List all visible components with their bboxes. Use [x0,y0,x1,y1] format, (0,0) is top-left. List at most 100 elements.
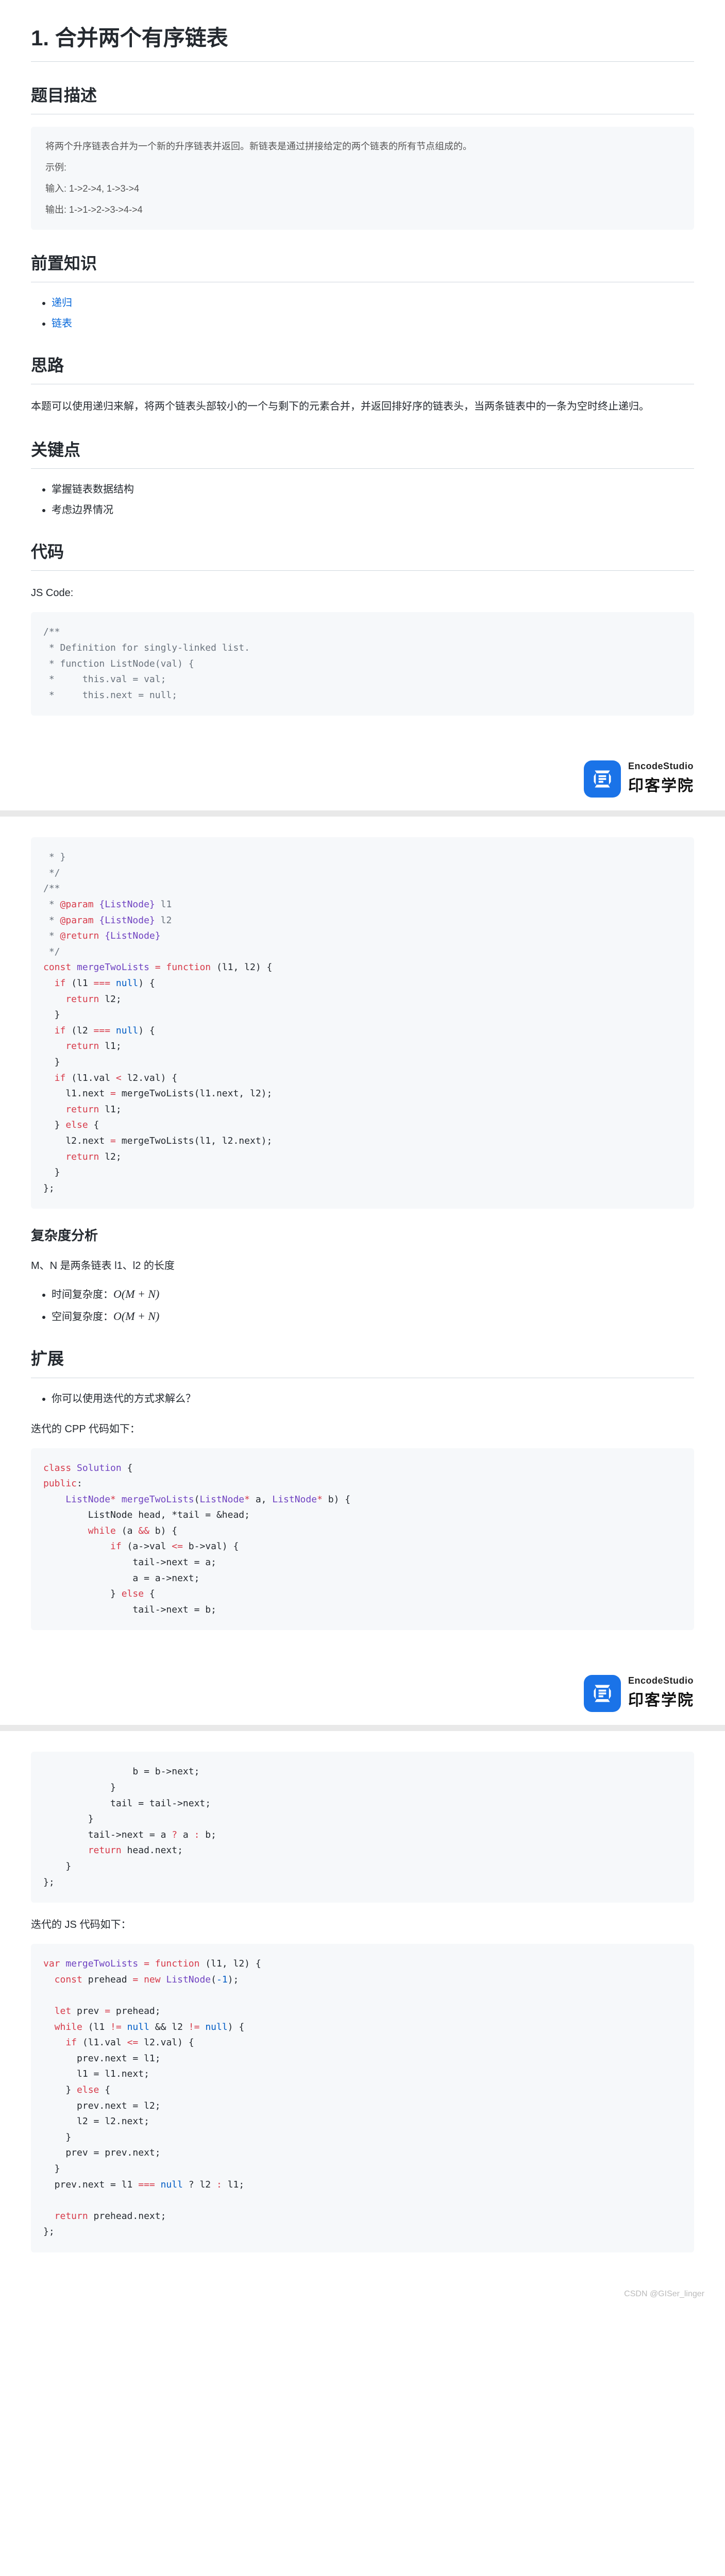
code-line: } [43,1057,60,1067]
code-line: class Solution { [43,1463,132,1473]
desc-line: 将两个升序链表合并为一个新的升序链表并返回。新链表是通过拼接给定的两个链表的所有… [45,139,680,154]
watermark-en: EncodeStudio [628,759,694,774]
code-line: } [43,1861,71,1872]
code-line: const mergeTwoLists = function (l1, l2) … [43,962,272,973]
code-line: } else { [43,2084,110,2095]
code-line: /** [43,626,60,637]
code-line: ListNode head, *tail = &head; [43,1510,250,1520]
code-line: const prehead = new ListNode(-1); [43,1974,239,1985]
encodestudio-icon [584,1675,621,1712]
code-line: if (l1.val <= l2.val) { [43,2037,194,2048]
code-block-js-iter: var mergeTwoLists = function (l1, l2) { … [31,1944,694,2252]
code-line: b = b->next; [43,1766,199,1777]
code-line: prev.next = l1; [43,2053,161,2064]
code-line: * @return {ListNode} [43,930,161,941]
code-line: * } [43,852,65,862]
code-line: ListNode* mergeTwoLists(ListNode* a, Lis… [43,1494,350,1505]
keypoint-list: 掌握链表数据结构 考虑边界情况 [31,481,694,518]
list-item: 空间复杂度：O(M + N) [52,1307,694,1325]
code-line: prev.next = l2; [43,2100,161,2111]
code-line: l1 = l1.next; [43,2069,149,2079]
csdn-watermark: CSDN @GISer_linger [624,2287,704,2301]
code-line: var mergeTwoLists = function (l1, l2) { [43,1958,261,1969]
code-line: * @param {ListNode} l2 [43,915,172,926]
watermark-logo: EncodeStudio 印客学院 [584,1673,694,1713]
desc-line: 输出: 1->1->2->3->4->4 [45,202,680,217]
code-line: a = a->next; [43,1573,199,1584]
code-line: public: [43,1478,82,1489]
section-heading-prereq: 前置知识 [31,250,694,282]
problem-description-block: 将两个升序链表合并为一个新的升序链表并返回。新链表是通过拼接给定的两个链表的所有… [31,127,694,229]
complexity-label: 时间复杂度： [52,1289,113,1300]
code-line: l2.next = mergeTwoLists(l1, l2.next); [43,1136,272,1146]
code-line: } [43,1167,60,1178]
code-line: tail->next = b; [43,1604,216,1615]
complexity-value: O(M + N) [113,1287,159,1300]
code-line: return head.next; [43,1845,183,1856]
code-line: return l1; [43,1041,122,1052]
list-item: 时间复杂度：O(M + N) [52,1285,694,1303]
code-line: if (a->val <= b->val) { [43,1541,239,1552]
ext-cpp-label: 迭代的 CPP 代码如下： [31,1419,694,1439]
desc-line: 示例: [45,160,680,175]
article-page-2: * } */ /** * @param {ListNode} l1 * @par… [0,817,725,1663]
section-heading-key: 关键点 [31,437,694,469]
encodestudio-icon [584,760,621,798]
code-line: } [43,1009,60,1020]
code-line: prev = prev.next; [43,2147,161,2158]
complexity-value: O(M + N) [113,1310,159,1323]
code-line: }; [43,2226,55,2237]
code-line: tail->next = a; [43,1557,216,1568]
code-line: while (l1 != null && l2 != null) { [43,2022,244,2032]
code-line: } [43,1782,116,1793]
code-line: * this.next = null; [43,690,177,701]
code-line: * function ListNode(val) { [43,658,194,669]
complexity-list: 时间复杂度：O(M + N) 空间复杂度：O(M + N) [31,1285,694,1325]
watermark-text: EncodeStudio 印客学院 [628,1673,694,1713]
code-line: while (a && b) { [43,1526,177,1536]
list-item: 递归 [52,295,694,311]
idea-paragraph: 本题可以使用递归来解，将两个链表头部较小的一个与剩下的元素合并，并返回排好序的链… [31,397,694,416]
code-line: }; [43,1877,55,1888]
page-title: 1. 合并两个有序链表 [31,21,694,62]
code-line: return l2; [43,994,122,1005]
ext-question-list: 你可以使用迭代的方式求解么？ [31,1391,694,1407]
code-line: let prev = prehead; [43,2006,161,2016]
section-heading-complexity: 复杂度分析 [31,1225,694,1247]
code-line: } [43,1814,94,1824]
prereq-link-recursion[interactable]: 递归 [52,297,72,309]
code-block-js-part1: /** * Definition for singly-linked list.… [31,612,694,716]
watermark-text: EncodeStudio 印客学院 [628,759,694,799]
list-item: 你可以使用迭代的方式求解么？ [52,1391,694,1407]
code-line: */ [43,868,60,878]
watermark-band-2: EncodeStudio 印客学院 [0,1663,725,1725]
section-heading-code: 代码 [31,539,694,571]
code-line: * this.val = val; [43,674,166,685]
code-line: l2 = l2.next; [43,2116,149,2127]
article-page-3: b = b->next; } tail = tail->next; } tail… [0,1731,725,2285]
complexity-label: 空间复杂度： [52,1311,113,1323]
article-page: 1. 合并两个有序链表 题目描述 将两个升序链表合并为一个新的升序链表并返回。新… [0,0,725,749]
code-line: } else { [43,1588,155,1599]
code-line: * @param {ListNode} l1 [43,899,172,910]
watermark-band-1: EncodeStudio 印客学院 [0,749,725,810]
code-line: } [43,2163,60,2174]
code-line: * Definition for singly-linked list. [43,642,250,653]
code-block-cpp-part1: class Solution { public: ListNode* merge… [31,1448,694,1631]
prereq-link-linkedlist[interactable]: 链表 [52,318,72,329]
ext-js-label: 迭代的 JS 代码如下： [31,1915,694,1935]
list-item: 考虑边界情况 [52,502,694,518]
section-heading-desc: 题目描述 [31,82,694,114]
complexity-intro: M、N 是两条链表 l1、l2 的长度 [31,1256,694,1276]
code-line: l1.next = mergeTwoLists(l1.next, l2); [43,1088,272,1099]
code-line: if (l1 === null) { [43,978,155,989]
code-line: } [43,2132,71,2143]
code-block-js-part2: * } */ /** * @param {ListNode} l1 * @par… [31,837,694,1209]
divider-band [0,810,725,817]
js-code-label: JS Code: [31,583,694,603]
list-item: 掌握链表数据结构 [52,481,694,498]
section-heading-ext: 扩展 [31,1346,694,1378]
code-line: if (l2 === null) { [43,1025,155,1036]
code-line: return l2; [43,1151,122,1162]
watermark-cn: 印客学院 [628,774,694,799]
